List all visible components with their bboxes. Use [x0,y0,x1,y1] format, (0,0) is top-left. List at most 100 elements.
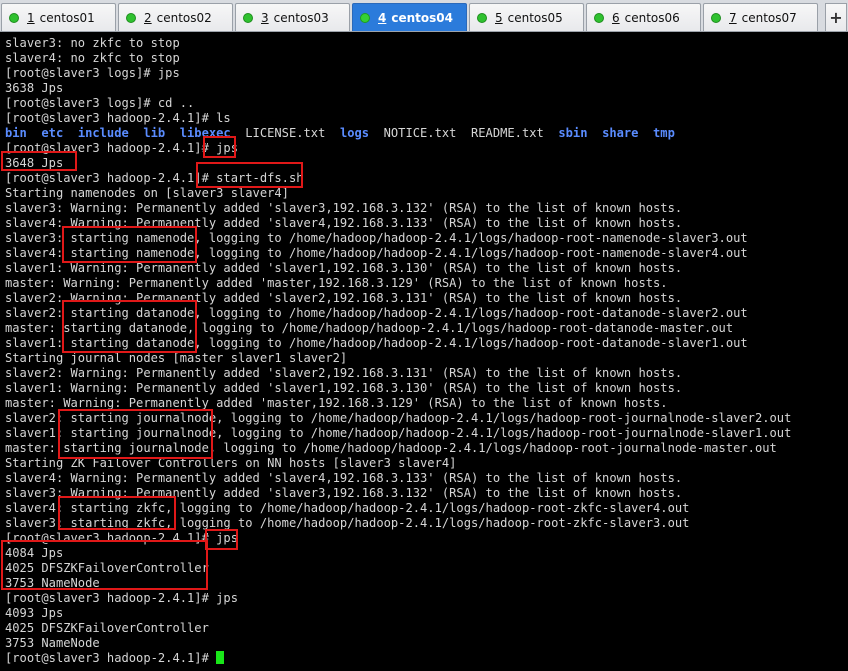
terminal-line: slaver3: starting zkfc, logging to /home… [5,516,848,531]
terminal-line-text: 4025 DFSZKFailoverController [5,561,209,575]
connected-status-icon [9,12,19,23]
tab-label: centos04 [391,10,453,25]
tab-number: 4 [378,10,387,25]
directory-entry: etc [41,126,64,140]
terminal-line: slaver2: starting datanode, logging to /… [5,306,848,321]
terminal-line: slaver1: Warning: Permanently added 'sla… [5,381,848,396]
terminal-line: 3753 NameNode [5,576,848,591]
tab-label: centos05 [507,10,563,25]
terminal-line-text: slaver3: no zkfc to stop [5,36,180,50]
tab-number: 2 [144,10,152,25]
terminal-line: 4084 Jps [5,546,848,561]
terminal-line: [root@slaver3 hadoop-2.4.1]# jps [5,141,848,156]
terminal-line-text: 3648 Jps [5,156,64,170]
terminal-line: master: Warning: Permanently added 'mast… [5,396,848,411]
tab-centos03[interactable]: 3 centos03 [235,3,350,31]
directory-entry: sbin [558,126,588,140]
terminal-line: 3638 Jps [5,81,848,96]
directory-entry: share [602,126,639,140]
ls-output-line: bin etc include lib libexec LICENSE.txt … [5,126,848,141]
terminal-line-text: slaver4: starting namenode, logging to /… [5,246,748,260]
terminal-line-text: 4084 Jps [5,546,64,560]
terminal-line-text: slaver1: starting datanode, logging to /… [5,336,748,350]
terminal-line-text: slaver2: Warning: Permanently added 'sla… [5,366,683,380]
file-entry: NOTICE.txt [383,126,457,140]
terminal-line-text: slaver2: Warning: Permanently added 'sla… [5,291,683,305]
terminal-line: master: Warning: Permanently added 'mast… [5,276,848,291]
terminal-line: [root@slaver3 logs]# cd .. [5,96,848,111]
terminal-line-text: slaver3: Warning: Permanently added 'sla… [5,486,683,500]
terminal-line-text: [root@slaver3 hadoop-2.4.1]# ls [5,111,231,125]
terminal-line: slaver2: starting journalnode, logging t… [5,411,848,426]
session-tab-bar: 1 centos01 2 centos02 3 centos03 4 cento… [0,0,848,32]
terminal-line-text: master: starting datanode, logging to /h… [5,321,734,335]
tab-centos02[interactable]: 2 centos02 [118,3,233,31]
terminal-line-text: [root@slaver3 hadoop-2.4.1]# [5,651,217,665]
terminal-line-text: slaver3: Warning: Permanently added 'sla… [5,201,683,215]
terminal-line-text: Starting namenodes on [slaver3 slaver4] [5,186,289,200]
terminal-line-text: 3753 NameNode [5,576,100,590]
terminal-line: slaver4: Warning: Permanently added 'sla… [5,216,848,231]
terminal-line: slaver1: starting journalnode, logging t… [5,426,848,441]
tab-label: centos03 [273,10,329,25]
terminal-line-text: slaver1: Warning: Permanently added 'sla… [5,261,683,275]
terminal-line: [root@slaver3 hadoop-2.4.1]# start-dfs.s… [5,171,848,186]
terminal-line: slaver4: no zkfc to stop [5,51,848,66]
terminal-line: Starting journal nodes [master slaver1 s… [5,351,848,366]
tab-centos04[interactable]: 4 centos04 [352,3,467,31]
terminal-line-text: 3753 NameNode [5,636,100,650]
terminal-line: master: starting journalnode, logging to… [5,441,848,456]
terminal-line: 3753 NameNode [5,636,848,651]
terminal-line: slaver3: starting namenode, logging to /… [5,231,848,246]
tab-label: centos01 [39,10,95,25]
terminal-line: slaver4: Warning: Permanently added 'sla… [5,471,848,486]
directory-entry: include [77,126,129,140]
tab-centos01[interactable]: 1 centos01 [1,3,116,31]
terminal-line-text: slaver1: Warning: Permanently added 'sla… [5,381,683,395]
tab-centos06[interactable]: 6 centos06 [586,3,701,31]
terminal-cursor [216,651,225,664]
connected-status-icon [711,12,721,23]
connected-status-icon [594,12,604,23]
terminal-line: 4093 Jps [5,606,848,621]
terminal-line-text: slaver2: starting datanode, logging to /… [5,306,748,320]
terminal-line-text: 3638 Jps [5,81,64,95]
terminal-line-text: [root@slaver3 hadoop-2.4.1]# jps [5,531,238,545]
terminal-line-text: 4025 DFSZKFailoverController [5,621,209,635]
terminal-line-text: Starting ZK Failover Controllers on NN h… [5,456,457,470]
terminal-line-text: slaver4: no zkfc to stop [5,51,180,65]
terminal-line: slaver4: starting namenode, logging to /… [5,246,848,261]
directory-entry: libexec [179,126,231,140]
file-entry: LICENSE.txt [245,126,326,140]
terminal-line: [root@slaver3 hadoop-2.4.1]# [5,651,848,666]
directory-entry: bin [5,126,27,140]
tab-number: 3 [261,10,269,25]
terminal-line-text: [root@slaver3 logs]# cd .. [5,96,195,110]
terminal-line-text: Starting journal nodes [master slaver1 s… [5,351,348,365]
tab-centos05[interactable]: 5 centos05 [469,3,584,31]
terminal-line: [root@slaver3 hadoop-2.4.1]# jps [5,531,848,546]
terminal-line: slaver3: Warning: Permanently added 'sla… [5,201,848,216]
terminal-line: slaver2: Warning: Permanently added 'sla… [5,366,848,381]
terminal-line: Starting namenodes on [slaver3 slaver4] [5,186,848,201]
terminal-line: slaver4: starting zkfc, logging to /home… [5,501,848,516]
terminal-line-text: slaver2: starting journalnode, logging t… [5,411,792,425]
tab-number: 7 [729,10,737,25]
connected-status-icon [243,12,253,23]
terminal-line-text: [root@slaver3 logs]# jps [5,66,180,80]
directory-entry: lib [143,126,166,140]
terminal-line: slaver3: no zkfc to stop [5,36,848,51]
tab-centos07[interactable]: 7 centos07 [703,3,818,31]
connected-status-icon [477,12,487,23]
terminal-output[interactable]: slaver3: no zkfc to stop slaver4: no zkfc… [0,32,848,671]
terminal-line-text: slaver4: starting zkfc, logging to /home… [5,501,690,515]
terminal-line-text: slaver4: Warning: Permanently added 'sla… [5,216,683,230]
tab-number: 6 [612,10,620,25]
add-tab-button[interactable]: + [825,3,847,31]
terminal-line: slaver1: Warning: Permanently added 'sla… [5,261,848,276]
terminal-line: [root@slaver3 hadoop-2.4.1]# ls [5,111,848,126]
terminal-line: 3648 Jps [5,156,848,171]
terminal-line: slaver2: Warning: Permanently added 'sla… [5,291,848,306]
terminal-line-text: slaver3: starting namenode, logging to /… [5,231,748,245]
tab-label: centos02 [156,10,212,25]
